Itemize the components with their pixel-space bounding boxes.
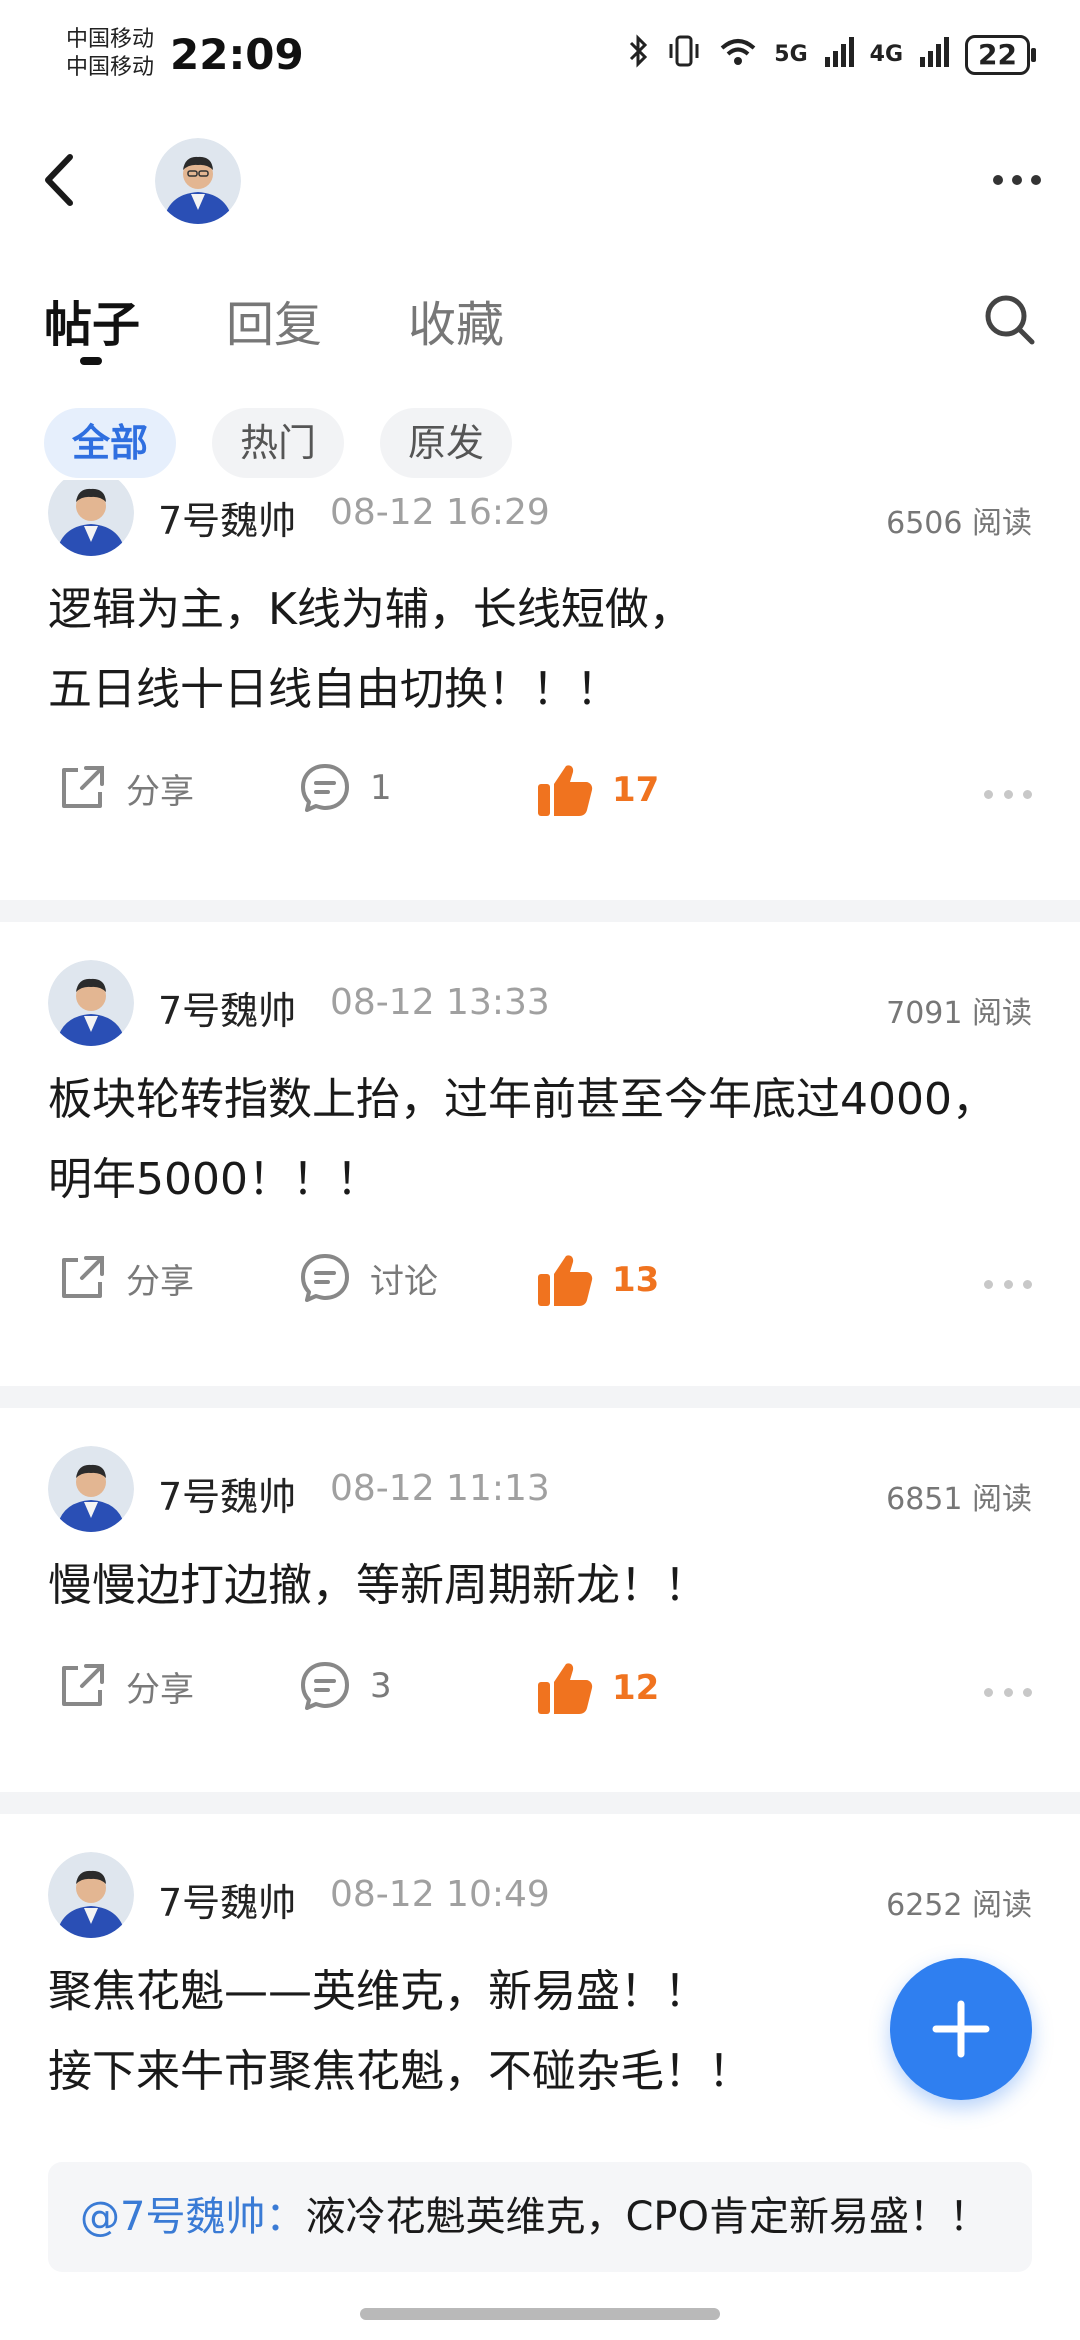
- thumbs-up-icon: [538, 765, 593, 816]
- bluetooth-icon: [628, 34, 650, 75]
- status-bar: 中国移动 中国移动 22:09 5G 4G 22: [0, 0, 1080, 120]
- more-options-button[interactable]: [984, 160, 1050, 200]
- post-actions: 分享 讨论 13: [0, 1252, 1080, 1322]
- carrier-2: 中国移动: [66, 55, 155, 80]
- comment-button[interactable]: 1: [298, 762, 392, 814]
- read-count: 6252 阅读: [886, 1888, 1032, 1923]
- comment-label: 讨论: [370, 1261, 438, 1302]
- post-actions: 分享 3 12: [0, 1660, 1080, 1730]
- profile-avatar[interactable]: [155, 138, 241, 224]
- comment-icon: [301, 1662, 349, 1710]
- comment-button[interactable]: 讨论: [298, 1252, 438, 1304]
- post-item[interactable]: 7号魏帅 08-12 11:13 6851 阅读 慢慢边打边撤，等新周期新龙！！…: [0, 1408, 1080, 1788]
- filter-chips: 全部 热门 原发: [44, 408, 513, 478]
- share-button[interactable]: 分享: [56, 1660, 194, 1712]
- tab-replies[interactable]: 回复: [226, 285, 322, 365]
- status-time: 22:09: [170, 30, 304, 79]
- post-text-line: 板块轮转指数上抬，过年前甚至今年底过4000，: [48, 1074, 996, 1125]
- author-avatar[interactable]: [48, 480, 134, 556]
- share-icon: [62, 766, 104, 808]
- like-count: 13: [612, 1260, 660, 1300]
- quoted-post[interactable]: @7号魏帅：液冷花魁英维克，CPO肯定新易盛！！: [48, 2162, 1032, 2272]
- vibrate-icon: [666, 34, 702, 75]
- like-button[interactable]: 12: [536, 1660, 659, 1716]
- post-text-line: 慢慢边打边撤，等新周期新龙！！: [48, 1560, 708, 1611]
- post-content[interactable]: 慢慢边打边撤，等新周期新龙！！: [48, 1546, 1048, 1626]
- filter-all[interactable]: 全部: [44, 408, 177, 478]
- search-button[interactable]: [980, 290, 1040, 350]
- filter-hot[interactable]: 热门: [212, 408, 345, 478]
- comment-icon: [301, 1254, 349, 1302]
- tab-posts[interactable]: 帖子: [44, 285, 140, 365]
- post-content[interactable]: 逻辑为主，K线为辅，长线短做， 五日线十日线自由切换！！！: [48, 570, 1048, 730]
- status-icons: 5G 4G 22: [628, 34, 1036, 75]
- more-horizontal-icon: [993, 175, 1041, 185]
- back-button[interactable]: [30, 145, 86, 215]
- like-count: 12: [612, 1668, 660, 1708]
- new-post-button[interactable]: [890, 1958, 1032, 2100]
- post-text-line: 五日线十日线自由切换！！！: [48, 664, 620, 715]
- author-avatar[interactable]: [48, 1852, 134, 1938]
- post-more-button[interactable]: [984, 1274, 1032, 1294]
- comment-button[interactable]: 3: [298, 1660, 392, 1712]
- comment-icon: [301, 764, 349, 812]
- thumbs-up-icon: [538, 1663, 593, 1714]
- share-button[interactable]: 分享: [56, 762, 194, 814]
- like-button[interactable]: 13: [536, 1252, 659, 1308]
- signal-1-icon: [824, 35, 854, 74]
- plus-icon: [932, 2000, 990, 2058]
- read-count: 7091 阅读: [886, 996, 1032, 1031]
- signal-2-label: 4G: [869, 42, 904, 67]
- post-more-button[interactable]: [984, 784, 1032, 804]
- post-divider: [0, 1386, 1080, 1408]
- share-label: 分享: [126, 771, 194, 812]
- post-divider: [0, 900, 1080, 922]
- share-label: 分享: [126, 1669, 194, 1710]
- author-name[interactable]: 7号魏帅: [158, 1872, 296, 1927]
- author-avatar[interactable]: [48, 960, 134, 1046]
- home-indicator[interactable]: [360, 2308, 720, 2320]
- mention-link[interactable]: @7号魏帅：: [80, 2194, 305, 2240]
- share-button[interactable]: 分享: [56, 1252, 194, 1304]
- read-count: 6851 阅读: [886, 1482, 1032, 1517]
- signal-2-icon: [919, 35, 950, 74]
- wifi-icon: [718, 34, 758, 75]
- thumbs-up-icon: [538, 1255, 593, 1306]
- post-time: 08-12 16:29: [330, 492, 550, 533]
- comment-count: 3: [370, 1666, 392, 1706]
- post-time: 08-12 13:33: [330, 982, 550, 1023]
- author-avatar[interactable]: [48, 1446, 134, 1532]
- quote-text: 液冷花魁英维克，CPO肯定新易盛！！: [305, 2194, 989, 2240]
- filter-original[interactable]: 原发: [380, 408, 513, 478]
- battery-indicator: 22: [965, 34, 1036, 75]
- read-count: 6506 阅读: [886, 506, 1032, 541]
- carrier-names: 中国移动 中国移动: [66, 26, 154, 82]
- carrier-1: 中国移动: [66, 27, 155, 52]
- comment-count: 1: [370, 768, 392, 808]
- like-button[interactable]: 17: [536, 762, 659, 818]
- post-item[interactable]: 7号魏帅 08-12 16:29 6506 阅读 逻辑为主，K线为辅，长线短做，…: [0, 480, 1080, 900]
- share-label: 分享: [126, 1261, 194, 1302]
- post-more-button[interactable]: [984, 1682, 1032, 1702]
- profile-tabs: 帖子 回复 收藏: [44, 285, 504, 365]
- post-time: 08-12 10:49: [330, 1874, 550, 1915]
- post-text-line: 明年5000！！！: [48, 1154, 380, 1205]
- post-divider: [0, 1792, 1080, 1814]
- author-name[interactable]: 7号魏帅: [158, 1466, 296, 1521]
- share-icon: [62, 1256, 104, 1298]
- post-time: 08-12 11:13: [330, 1468, 550, 1509]
- search-icon: [985, 295, 1035, 345]
- like-count: 17: [612, 770, 660, 810]
- post-content[interactable]: 板块轮转指数上抬，过年前甚至今年底过4000， 明年5000！！！: [48, 1060, 1048, 1220]
- author-name[interactable]: 7号魏帅: [158, 980, 296, 1035]
- signal-1-label: 5G: [774, 42, 808, 67]
- chevron-left-icon: [45, 154, 73, 206]
- share-icon: [62, 1664, 104, 1706]
- post-item[interactable]: 7号魏帅 08-12 13:33 7091 阅读 板块轮转指数上抬，过年前甚至今…: [0, 922, 1080, 1386]
- post-actions: 分享 1 17: [0, 762, 1080, 832]
- post-text-line: 逻辑为主，K线为辅，长线短做，: [48, 584, 693, 635]
- author-name[interactable]: 7号魏帅: [158, 490, 296, 545]
- tab-favorites[interactable]: 收藏: [408, 285, 504, 365]
